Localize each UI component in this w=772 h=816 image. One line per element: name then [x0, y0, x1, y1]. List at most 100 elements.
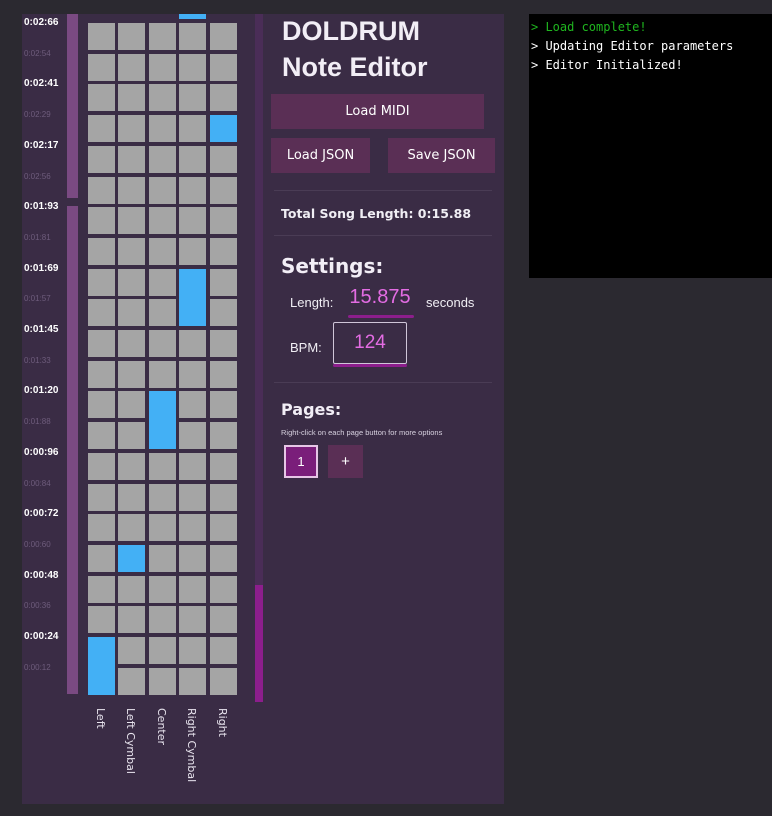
grid-cell[interactable] — [88, 391, 115, 419]
grid-cell[interactable] — [210, 207, 237, 235]
grid-cell[interactable] — [88, 145, 115, 173]
grid-cell[interactable] — [179, 115, 206, 143]
grid-cell[interactable] — [88, 115, 115, 143]
grid-cell[interactable] — [118, 483, 145, 511]
grid-cell[interactable] — [149, 115, 176, 143]
grid-cell[interactable] — [149, 299, 176, 327]
grid-cell[interactable] — [210, 544, 237, 572]
grid-cell[interactable] — [210, 176, 237, 204]
grid-cell[interactable] — [179, 514, 206, 542]
grid-cell[interactable] — [149, 330, 176, 357]
grid-cell[interactable] — [88, 237, 115, 265]
grid-cell[interactable] — [179, 330, 206, 357]
grid-cell[interactable] — [210, 237, 237, 265]
grid-cell[interactable] — [210, 84, 237, 112]
grid-cell[interactable] — [118, 23, 145, 50]
grid-cell[interactable] — [88, 299, 115, 327]
grid-cell[interactable] — [149, 237, 176, 265]
grid-cell[interactable] — [149, 637, 176, 664]
grid-cell[interactable] — [88, 422, 115, 450]
grid-cell[interactable] — [118, 637, 145, 664]
grid-cell[interactable] — [179, 667, 206, 695]
grid-cell[interactable] — [179, 84, 206, 112]
grid-cell[interactable] — [210, 23, 237, 50]
grid-cell[interactable] — [118, 391, 145, 419]
grid-cell[interactable] — [88, 544, 115, 572]
grid-cell[interactable] — [88, 360, 115, 388]
grid-cell[interactable] — [118, 606, 145, 634]
grid-cell[interactable] — [149, 483, 176, 511]
grid-cell[interactable] — [210, 483, 237, 511]
note-block[interactable] — [149, 391, 176, 450]
note-block[interactable] — [179, 14, 206, 19]
grid-cell[interactable] — [210, 299, 237, 327]
grid-cell[interactable] — [149, 207, 176, 235]
grid-cell[interactable] — [149, 23, 176, 50]
grid-cell[interactable] — [88, 23, 115, 50]
grid-cell[interactable] — [210, 575, 237, 603]
grid-cell[interactable] — [88, 575, 115, 603]
grid-cell[interactable] — [179, 452, 206, 480]
grid-cell[interactable] — [88, 330, 115, 357]
add-page-button[interactable]: + — [328, 445, 363, 478]
note-block[interactable] — [210, 115, 237, 143]
grid-cell[interactable] — [210, 360, 237, 388]
grid-cell[interactable] — [210, 514, 237, 542]
grid-cell[interactable] — [88, 452, 115, 480]
grid-cell[interactable] — [118, 115, 145, 143]
grid-cell[interactable] — [149, 606, 176, 634]
grid-cell[interactable] — [179, 237, 206, 265]
grid-cell[interactable] — [179, 360, 206, 388]
grid-cell[interactable] — [118, 207, 145, 235]
grid-cell[interactable] — [149, 544, 176, 572]
grid-cell[interactable] — [179, 53, 206, 81]
grid-cell[interactable] — [179, 145, 206, 173]
grid-cell[interactable] — [118, 575, 145, 603]
grid-cell[interactable] — [149, 53, 176, 81]
note-block[interactable] — [179, 268, 206, 327]
length-input[interactable]: 15.875 — [344, 286, 416, 309]
grid-cell[interactable] — [179, 483, 206, 511]
grid-cell[interactable] — [179, 391, 206, 419]
grid-cell[interactable] — [149, 575, 176, 603]
grid-cell[interactable] — [210, 53, 237, 81]
grid-cell[interactable] — [88, 176, 115, 204]
bpm-input[interactable]: 124 — [333, 332, 407, 354]
grid-cell[interactable] — [179, 637, 206, 664]
grid-cell[interactable] — [149, 360, 176, 388]
grid-cell[interactable] — [118, 299, 145, 327]
grid-cell[interactable] — [149, 268, 176, 296]
grid-scrollbar-thumb[interactable] — [255, 585, 263, 702]
grid-cell[interactable] — [210, 268, 237, 296]
grid-cell[interactable] — [210, 606, 237, 634]
grid-cell[interactable] — [118, 360, 145, 388]
grid-cell[interactable] — [210, 145, 237, 173]
grid-cell[interactable] — [88, 606, 115, 634]
grid-cell[interactable] — [179, 422, 206, 450]
grid-cell[interactable] — [88, 514, 115, 542]
grid-cell[interactable] — [210, 637, 237, 664]
grid-cell[interactable] — [88, 483, 115, 511]
grid-cell[interactable] — [149, 667, 176, 695]
grid-cell[interactable] — [210, 667, 237, 695]
grid-cell[interactable] — [179, 606, 206, 634]
grid-cell[interactable] — [88, 53, 115, 81]
grid-cell[interactable] — [118, 237, 145, 265]
page-button-1[interactable]: 1 — [284, 445, 318, 478]
grid-cell[interactable] — [118, 53, 145, 81]
grid-cell[interactable] — [149, 452, 176, 480]
load-midi-button[interactable]: Load MIDI — [271, 94, 484, 129]
grid-cell[interactable] — [118, 667, 145, 695]
note-block[interactable] — [118, 544, 145, 572]
grid-cell[interactable] — [118, 145, 145, 173]
grid-cell[interactable] — [149, 84, 176, 112]
grid-cell[interactable] — [149, 514, 176, 542]
grid-cell[interactable] — [210, 391, 237, 419]
grid-cell[interactable] — [149, 176, 176, 204]
grid-cell[interactable] — [210, 422, 237, 450]
grid-cell[interactable] — [149, 145, 176, 173]
grid-cell[interactable] — [179, 23, 206, 50]
grid-cell[interactable] — [179, 575, 206, 603]
grid-cell[interactable] — [118, 422, 145, 450]
load-json-button[interactable]: Load JSON — [271, 138, 370, 173]
